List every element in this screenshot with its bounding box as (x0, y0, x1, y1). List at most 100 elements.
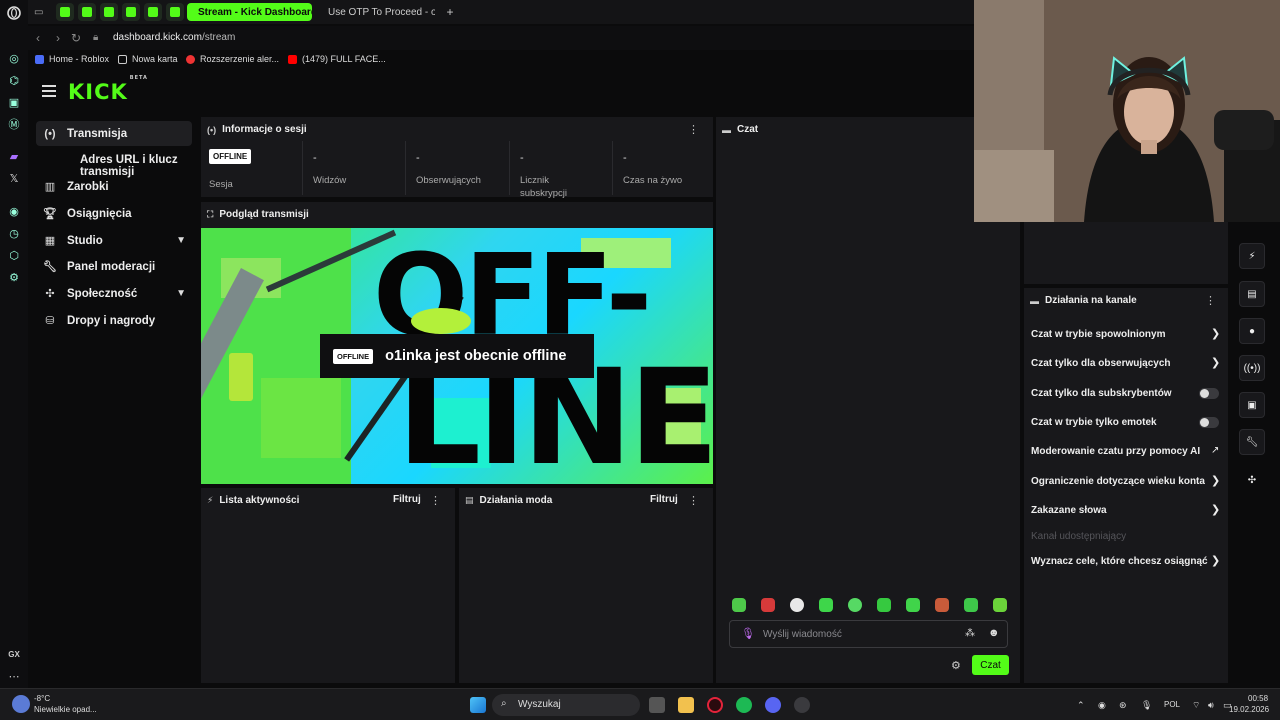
weather-icon[interactable] (12, 695, 30, 713)
emote-only-toggle[interactable] (1199, 417, 1219, 428)
action-banned-words[interactable]: Zakazane słowa (1031, 505, 1107, 516)
action-account-age[interactable]: Ograniczenie dotyczące wieku konta (1031, 476, 1205, 487)
ai-tool-icon[interactable]: ⌬ (6, 72, 22, 88)
pinned-tab[interactable] (144, 3, 162, 21)
chevron-right-icon[interactable]: ❯ (1211, 327, 1220, 340)
emote-icon[interactable] (906, 598, 920, 612)
more-options-icon[interactable]: ⋮ (688, 494, 699, 507)
aria-icon[interactable]: ◎ (6, 50, 22, 66)
tab-menu-icon[interactable]: ▭ (34, 3, 48, 21)
community-icon[interactable]: ✣ (1239, 467, 1265, 493)
action-followers-only[interactable]: Czat tylko dla obserwujących (1031, 358, 1171, 369)
broadcast-icon[interactable]: ((•)) (1239, 355, 1265, 381)
back-icon[interactable]: ‹ (36, 31, 40, 45)
emote-icon[interactable] (819, 598, 833, 612)
subscribers-only-toggle[interactable] (1199, 388, 1219, 399)
pinned-tab[interactable] (56, 3, 74, 21)
history-icon[interactable]: ◷ (6, 225, 22, 241)
file-explorer-icon[interactable] (678, 697, 694, 713)
chevron-right-icon[interactable]: ❯ (1211, 356, 1220, 369)
clock-date[interactable]: 19.02.2026 (1229, 705, 1269, 714)
emote-icon[interactable] (993, 598, 1007, 612)
volume-icon[interactable]: 🔊︎ (1208, 700, 1214, 711)
chat-message-input[interactable]: 🎙︎ Wyślij wiadomość ⁂ ☻ (729, 620, 1008, 648)
document-icon[interactable]: ▤ (1239, 281, 1265, 307)
chevron-right-icon[interactable]: ❯ (1211, 474, 1220, 487)
twitch-icon[interactable]: ▰ (6, 148, 22, 164)
bookmark-extension[interactable]: Rozszerzenie aler... (186, 54, 279, 64)
sidebar-item-osiagniecia[interactable]: 🏆︎ Osiągnięcia (36, 201, 192, 226)
tray-overflow-icon[interactable]: ⌃ (1077, 700, 1085, 711)
bookmark-new-tab[interactable]: Nowa karta (118, 54, 178, 64)
sidebar-item-transmisja[interactable]: (•) Transmisja (36, 121, 192, 146)
emote-icon[interactable] (848, 598, 862, 612)
clock-time[interactable]: 00:58 (1248, 694, 1268, 703)
microphone-icon[interactable]: 🎙︎ (741, 627, 755, 640)
reload-icon[interactable]: ↻ (71, 31, 81, 45)
external-link-icon[interactable]: ↗ (1211, 445, 1219, 456)
pinned-tab[interactable] (100, 3, 118, 21)
more-icon[interactable]: ⋯ (6, 668, 22, 684)
tab-kick-dashboard[interactable]: Stream - Kick Dashboard (187, 3, 312, 21)
spotify-icon[interactable] (736, 697, 752, 713)
pinned-tab[interactable] (78, 3, 96, 21)
opera-logo-icon[interactable] (6, 5, 22, 21)
sidebar-item-studio[interactable]: ▦ Studio ▼ (36, 228, 192, 253)
kick-logo[interactable]: KICKBETA (68, 75, 147, 104)
steam-icon[interactable] (794, 697, 810, 713)
player-icon[interactable]: ◉ (6, 203, 22, 219)
opera-gx-icon[interactable] (707, 697, 723, 713)
sidebar-item-panel-moderacji[interactable]: 🔧︎ Panel moderacji (36, 254, 192, 279)
tab-otp[interactable]: Use OTP To Proceed - ola... (317, 3, 435, 21)
pinned-tab[interactable] (166, 3, 184, 21)
filter-button[interactable]: Filtruj (393, 494, 421, 505)
sidebar-item-zarobki[interactable]: ▥ Zarobki (36, 174, 192, 199)
chevron-right-icon[interactable]: ❯ (1211, 503, 1220, 516)
more-options-icon[interactable]: ⋮ (430, 494, 441, 507)
taskbar-search[interactable]: ⌕ Wyszukaj (492, 694, 640, 716)
bookmark-youtube[interactable]: (1479) FULL FACE... (288, 54, 386, 64)
action-slow-mode[interactable]: Czat w trybie spowolnionym (1031, 329, 1165, 340)
microphone-icon[interactable]: 🎙︎ (1141, 700, 1152, 711)
forward-icon[interactable]: › (56, 31, 60, 45)
menu-icon[interactable] (42, 85, 56, 99)
bookmark-roblox[interactable]: Home - Roblox (35, 54, 109, 64)
discord-icon[interactable] (765, 697, 781, 713)
action-goals[interactable]: Wyznacz cele, które chcesz osiągnąć (1031, 556, 1208, 567)
chevron-right-icon[interactable]: ❯ (1211, 554, 1220, 567)
lightning-icon[interactable]: ⚡︎ (1239, 243, 1265, 269)
language-indicator[interactable]: POL (1164, 700, 1180, 709)
emote-icon[interactable] (935, 598, 949, 612)
chat-settings-icon[interactable]: ⚙ (951, 659, 961, 672)
settings-icon[interactable]: ⚙ (6, 269, 22, 285)
emote-icon[interactable] (790, 598, 804, 612)
new-tab-button[interactable]: + (442, 3, 458, 21)
layout-icon[interactable]: ▣ (1239, 392, 1265, 418)
chat-icon[interactable]: ● (1239, 318, 1265, 344)
filter-button[interactable]: Filtruj (650, 494, 678, 505)
app-icon[interactable]: Ⓜ (6, 116, 22, 132)
emote-icon[interactable] (732, 598, 746, 612)
chat-send-button[interactable]: Czat (972, 655, 1009, 675)
url-field[interactable]: dashboard.kick.com/stream (113, 32, 235, 43)
wifi-icon[interactable]: ⌔ (1192, 700, 1200, 711)
emoji-icon[interactable]: ☻ (988, 627, 1000, 639)
emote-icon[interactable] (964, 598, 978, 612)
tray-app-icon[interactable]: ⊛ (1119, 700, 1127, 711)
action-ai-moderation[interactable]: Moderowanie czatu przy pomocy AI (1031, 446, 1200, 457)
windows-start-icon[interactable] (470, 697, 486, 713)
translate-icon[interactable]: ⁂ (965, 628, 975, 639)
workspace-icon[interactable]: ▣ (6, 94, 22, 110)
emote-icon[interactable] (877, 598, 891, 612)
more-options-icon[interactable]: ⋮ (1205, 294, 1216, 307)
x-icon[interactable]: 𝕏 (6, 170, 22, 186)
sidebar-item-spolecznosc[interactable]: ✣ Społeczność ▼ (36, 281, 192, 306)
wrench-icon[interactable]: 🔧︎ (1239, 429, 1265, 455)
pinned-tab[interactable] (122, 3, 140, 21)
sidebar-item-dropy[interactable]: ⛁ Dropy i nagrody (36, 308, 192, 333)
task-view-icon[interactable] (649, 697, 665, 713)
more-options-icon[interactable]: ⋮ (688, 123, 699, 136)
emote-icon[interactable] (761, 598, 775, 612)
extensions-icon[interactable]: ⬡ (6, 247, 22, 263)
tray-app-icon[interactable]: ◉ (1098, 700, 1106, 711)
